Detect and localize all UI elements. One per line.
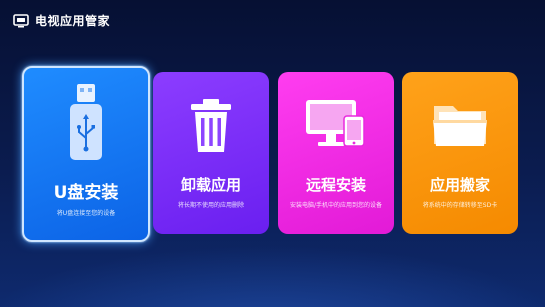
- card-row: U盘安装 将U盘连接至您的设备 卸载应用 将长期不使用的应用删除 远程安装 安装…: [0, 0, 545, 307]
- trash-can-icon: [153, 98, 269, 154]
- card-title: 远程安装: [305, 176, 366, 194]
- card-title: 应用搬家: [429, 176, 490, 194]
- usb-install-card[interactable]: U盘安装 将U盘连接至您的设备: [22, 66, 150, 242]
- card-description: 将U盘连接至您的设备: [56, 210, 116, 217]
- uninstall-app-card[interactable]: 卸载应用 将长期不使用的应用删除: [153, 72, 269, 234]
- folder-icon: [402, 98, 518, 148]
- card-description: 安装电脑/手机中的应用到您的设备: [289, 202, 383, 209]
- card-description: 将系统中的存储转移至SD卡: [422, 202, 498, 209]
- monitor-phone-icon: [278, 98, 394, 150]
- card-title: U盘安装: [53, 183, 119, 203]
- remote-install-card[interactable]: 远程安装 安装电脑/手机中的应用到您的设备: [278, 72, 394, 234]
- card-description: 将长期不使用的应用删除: [177, 202, 244, 209]
- card-title: 卸载应用: [180, 176, 241, 194]
- usb-drive-icon: [24, 82, 148, 162]
- move-app-card[interactable]: 应用搬家 将系统中的存储转移至SD卡: [402, 72, 518, 234]
